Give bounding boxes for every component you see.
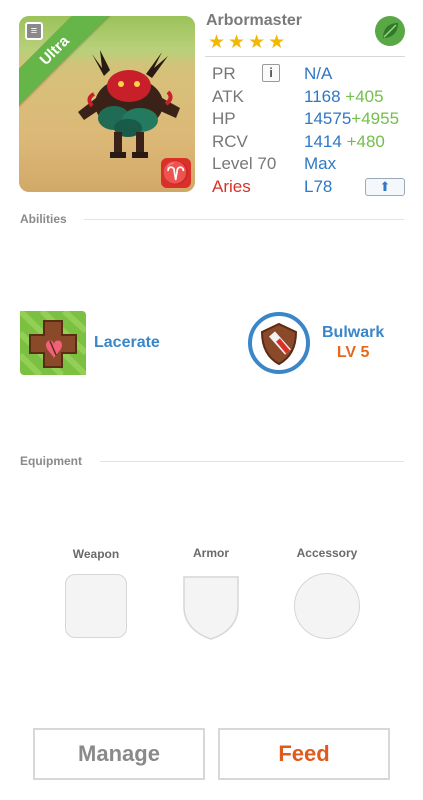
upgrade-arrow-icon[interactable]: ⬆: [365, 177, 405, 196]
star-icon: ★: [208, 32, 226, 53]
stat-label: ATK: [212, 86, 244, 106]
leaf-icon: [375, 16, 405, 46]
stat-value: 14575+4955: [304, 108, 399, 130]
stat-number: 1414: [304, 131, 342, 151]
bulwark-icon: [248, 312, 310, 374]
stat-value: 1168 +405: [304, 86, 384, 108]
stat-row-level: Level 70 Max: [212, 153, 412, 176]
star-icon: ★: [228, 32, 246, 53]
zodiac-level: L78: [304, 176, 333, 196]
weapon-label: Weapon: [72, 547, 120, 561]
stat-value: 1414 +480: [304, 131, 385, 153]
accessory-slot[interactable]: [294, 573, 360, 639]
stat-label: HP: [212, 109, 236, 129]
aries-zodiac-icon: ♈: [161, 158, 191, 188]
monster-portrait[interactable]: Ultra ≡ ♈: [19, 16, 195, 192]
armor-slot[interactable]: [180, 573, 242, 641]
stat-value: Max: [304, 154, 337, 174]
stat-row-pr: PR i N/A: [212, 63, 412, 86]
stat-label: Level 70: [212, 154, 277, 174]
feed-button[interactable]: Feed: [218, 728, 390, 780]
stat-row-atk: ATK 1168 +405: [212, 86, 412, 109]
stat-label: PR: [212, 64, 236, 83]
accessory-label: Accessory: [296, 546, 358, 560]
star-icon: ★: [248, 32, 266, 53]
card-icon: ≡: [25, 22, 43, 40]
stat-value: N/A: [304, 64, 333, 83]
ability-name: Bulwark: [322, 324, 385, 341]
stat-bonus: +480: [346, 131, 385, 151]
ability-level: LV 5: [336, 344, 370, 361]
monster-artwork: [78, 50, 180, 158]
ability-bulwark[interactable]: Bulwark LV 5: [248, 312, 384, 374]
stat-bonus: +4955: [351, 109, 400, 129]
stat-bonus: +405: [345, 86, 384, 106]
stat-label: RCV: [212, 131, 248, 151]
ability-lacerate[interactable]: Lacerate: [20, 311, 160, 375]
stat-row-zodiac: Aries L78 ⬆: [212, 176, 412, 199]
equipment-divider: [100, 461, 404, 462]
lacerate-icon: [20, 311, 86, 375]
stat-row-rcv: RCV 1414 +480: [212, 131, 412, 154]
abilities-title: Abilities: [20, 212, 67, 226]
star-icon: ★: [268, 32, 286, 53]
zodiac-label: Aries: [212, 176, 251, 196]
ability-name: Lacerate: [94, 334, 160, 351]
monster-name: Arbormaster: [206, 12, 303, 29]
abilities-divider: [84, 219, 404, 220]
equipment-title: Equipment: [20, 454, 82, 468]
stat-number: 1168: [304, 86, 341, 106]
star-rating: ★ ★ ★ ★: [208, 33, 285, 53]
name-divider: [205, 56, 405, 57]
armor-label: Armor: [192, 546, 229, 560]
ability-text: Bulwark LV 5: [322, 324, 384, 362]
info-icon[interactable]: i: [262, 64, 280, 82]
stats-panel: PR i N/A ATK 1168 +405 HP 14575+4955 RCV…: [212, 63, 412, 199]
manage-button[interactable]: Manage: [33, 728, 205, 780]
weapon-slot[interactable]: [65, 574, 127, 638]
stat-number: 14575: [304, 109, 352, 129]
stat-row-hp: HP 14575+4955: [212, 108, 412, 131]
